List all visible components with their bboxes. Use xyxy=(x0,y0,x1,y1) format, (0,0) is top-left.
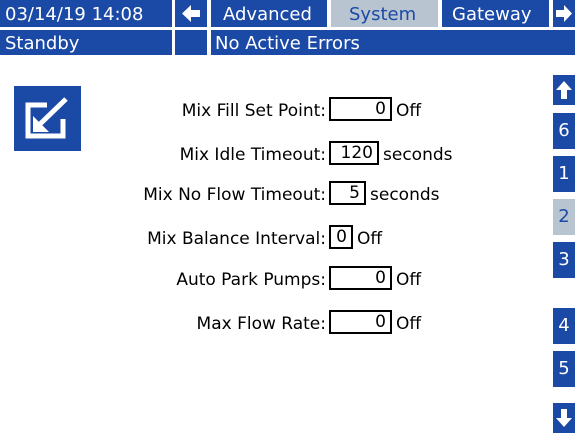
setting-label: Max Flow Rate: xyxy=(196,314,326,334)
tab-system[interactable]: System xyxy=(331,0,438,27)
tab-gateway[interactable]: Gateway xyxy=(442,0,549,27)
page-up-button[interactable] xyxy=(553,75,575,105)
setting-row-mix-fill-set-point: Mix Fill Set Point: 0 Off xyxy=(0,97,540,123)
setting-row-mix-no-flow-timeout: Mix No Flow Timeout: 5 seconds xyxy=(0,181,540,207)
next-screen-button[interactable] xyxy=(553,0,575,27)
status-indicator xyxy=(175,30,207,55)
page-2-button[interactable]: 2 xyxy=(553,199,575,235)
page-4-button[interactable]: 4 xyxy=(553,308,575,344)
setting-row-mix-idle-timeout: Mix Idle Timeout: 120 seconds xyxy=(0,141,540,167)
datetime-text: 03/14/19 14:08 xyxy=(5,4,144,25)
page-down-button[interactable] xyxy=(553,403,575,433)
setting-row-mix-balance-interval: Mix Balance Interval: 0 Off xyxy=(0,225,540,251)
setting-unit: Off xyxy=(357,229,383,249)
left-arrow-icon xyxy=(182,5,200,22)
up-arrow-icon xyxy=(556,81,572,99)
setting-label: Auto Park Pumps: xyxy=(176,270,326,290)
setting-label: Mix Balance Interval: xyxy=(147,229,326,249)
setting-unit: seconds xyxy=(383,145,453,165)
mix-no-flow-timeout-input[interactable]: 5 xyxy=(329,181,366,205)
tab-label: System xyxy=(349,4,417,25)
error-text: No Active Errors xyxy=(215,33,360,54)
max-flow-rate-input[interactable]: 0 xyxy=(329,310,392,334)
mix-idle-timeout-input[interactable]: 120 xyxy=(329,141,379,165)
prev-screen-button[interactable] xyxy=(175,0,207,27)
setting-label: Mix Idle Timeout: xyxy=(179,145,326,165)
tab-label: Advanced xyxy=(223,4,312,25)
setting-row-auto-park-pumps: Auto Park Pumps: 0 Off xyxy=(0,266,540,292)
datetime-display: 03/14/19 14:08 xyxy=(0,0,172,27)
page-3-button[interactable]: 3 xyxy=(553,242,575,278)
mix-balance-interval-input[interactable]: 0 xyxy=(329,225,353,249)
auto-park-pumps-input[interactable]: 0 xyxy=(329,266,392,290)
page-5-button[interactable]: 5 xyxy=(553,351,575,387)
status-text: Standby xyxy=(5,33,80,54)
error-status: No Active Errors xyxy=(211,30,575,55)
setting-label: Mix No Flow Timeout: xyxy=(143,185,326,205)
page-1-button[interactable]: 1 xyxy=(553,156,575,192)
machine-status: Standby xyxy=(0,30,172,55)
page-6-button[interactable]: 6 xyxy=(553,113,575,149)
right-arrow-icon xyxy=(556,5,572,22)
setting-unit: Off xyxy=(396,270,422,290)
setting-row-max-flow-rate: Max Flow Rate: 0 Off xyxy=(0,310,540,336)
setting-unit: Off xyxy=(396,314,422,334)
tab-advanced[interactable]: Advanced xyxy=(211,0,327,27)
setting-unit: seconds xyxy=(370,185,440,205)
tab-label: Gateway xyxy=(452,4,532,25)
down-arrow-icon xyxy=(556,409,572,427)
mix-fill-set-point-input[interactable]: 0 xyxy=(329,97,392,121)
setting-label: Mix Fill Set Point: xyxy=(181,101,326,121)
setting-unit: Off xyxy=(396,101,422,121)
